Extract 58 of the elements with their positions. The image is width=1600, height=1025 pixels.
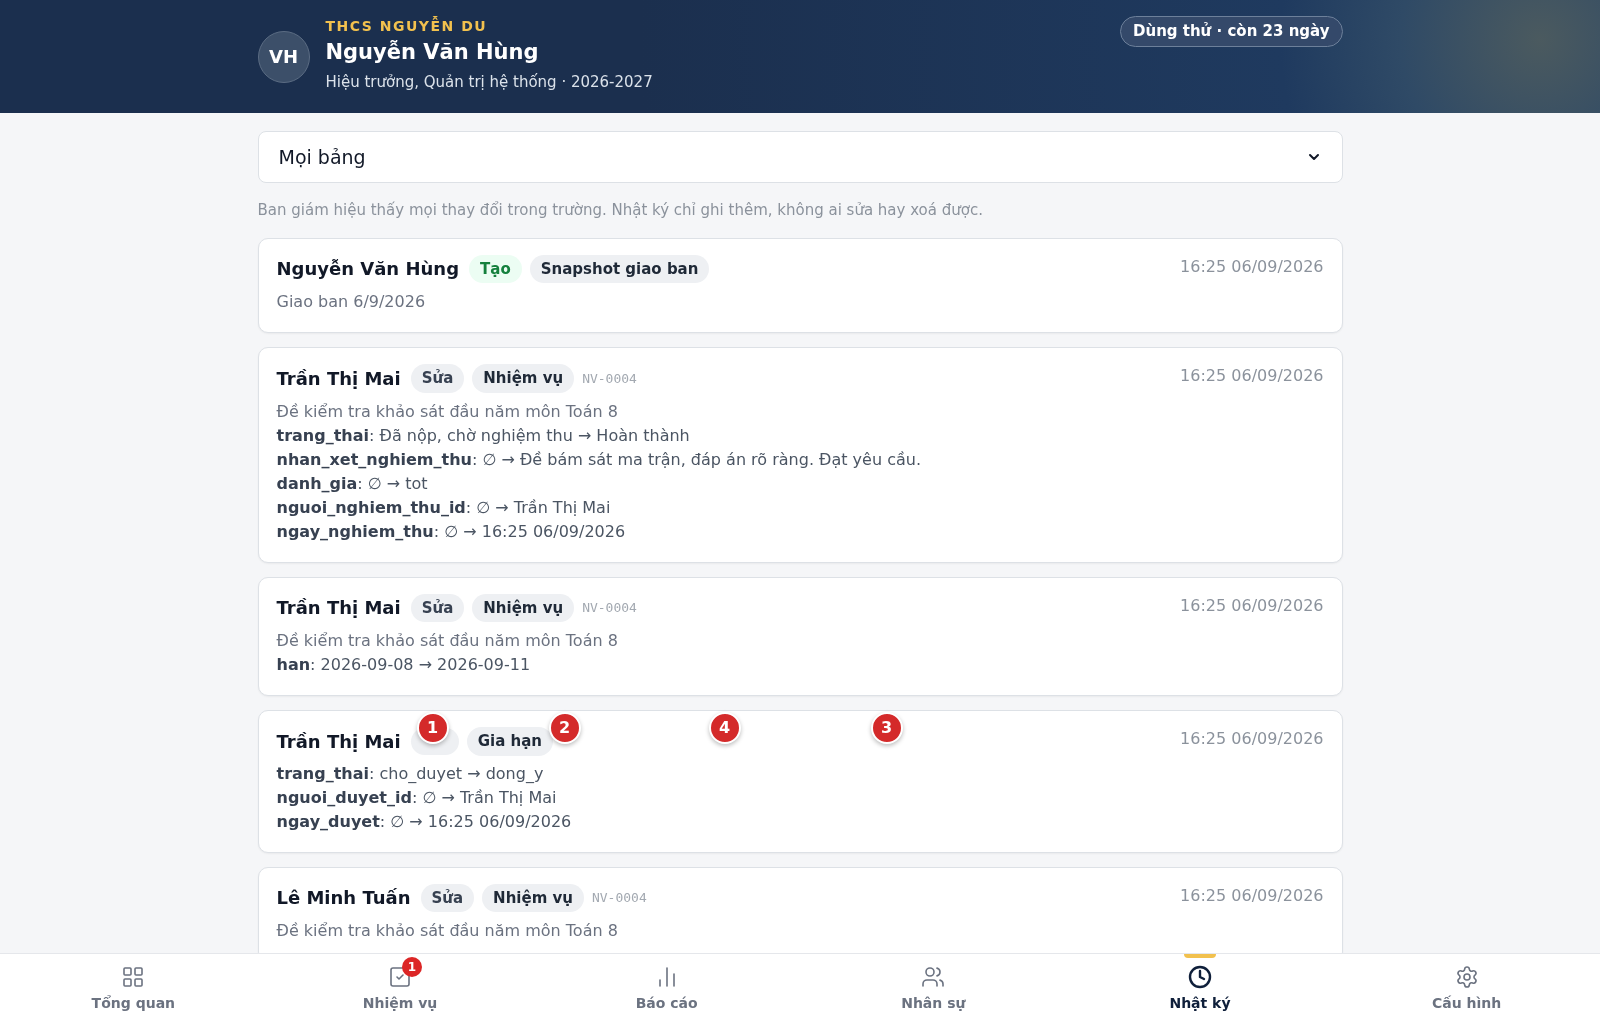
step-marker: 3: [870, 712, 903, 744]
change-line: ngay_nghiem_thu: ∅ → 16:25 06/09/2026: [276, 520, 627, 543]
nav-tab[interactable]: 1 Nhiệm vụ: [266, 954, 534, 1025]
entity-badge: Nhiệm vụ: [482, 883, 584, 912]
change-line: nguoi_nghiem_thu_id: ∅ → Trần Thị Mai: [276, 496, 612, 519]
table-filter-select[interactable]: Mọi bảng: [257, 131, 1343, 183]
action-badge: Sửa: [410, 364, 465, 393]
change-line: nhan_xet_nghiem_thu: ∅ → Đề bám sát ma trận, đáp án rõ ràng. Đạt yêu cầu.: [276, 448, 922, 471]
change-line: trang_thai: Đã nộp, chờ nghiệm thu → Hoàn thành: [276, 424, 691, 447]
record-title: Giao ban 6/9/2026: [276, 291, 427, 313]
user-name: Nguyễn Văn Hùng: [276, 257, 460, 282]
step-marker: 1: [416, 712, 449, 744]
timestamp: 16:25 06/09/2026: [1180, 594, 1324, 617]
grid-icon: [121, 965, 146, 989]
count-badge: 1: [402, 957, 422, 977]
user-name: Lê Minh Tuấn: [276, 886, 411, 911]
record-code: NV-0004: [591, 889, 647, 907]
user-name: Trần Thị Mai: [276, 729, 401, 754]
record-code: NV-0004: [582, 599, 637, 617]
user-role: Hiệu trưởng, Quản trị hệ thống · 2026-2027: [325, 72, 653, 93]
nav-tab[interactable]: Tổng quan: [0, 954, 267, 1025]
action-badge: Sửa: [410, 593, 465, 622]
avatar: VH: [257, 30, 310, 83]
timestamp: 16:25 06/09/2026: [1180, 255, 1324, 278]
step-marker: 2: [548, 712, 581, 744]
active-indicator: [1184, 954, 1216, 958]
change-line: nguoi_duyet_id: ∅ → Trần Thị Mai: [276, 786, 558, 809]
nav-tab[interactable]: Nhật ký: [1066, 954, 1334, 1025]
step-marker: 4: [708, 712, 741, 744]
school-name: THCS NGUYỄN DU: [325, 16, 489, 36]
entity-badge: Snapshot giao ban: [529, 254, 710, 283]
user-name: Trần Thị Mai: [276, 366, 401, 391]
record-code: NV-0004: [582, 369, 637, 388]
nav-tab[interactable]: Cấu hình: [1333, 954, 1600, 1025]
entity-badge: Gia hạn: [466, 727, 553, 756]
entity-badge: Nhiệm vụ: [472, 364, 575, 393]
timestamp: 16:25 06/09/2026: [1180, 365, 1324, 387]
change-line: danh_gia: ∅ → tot: [276, 472, 429, 495]
entity-badge: Nhiệm vụ: [472, 593, 575, 622]
record-title: Đề kiểm tra khảo sát đầu năm môn Toán 8: [276, 400, 619, 423]
timestamp: 16:25 06/09/2026: [1180, 728, 1324, 750]
timestamp: 16:25 06/09/2026: [1180, 884, 1324, 907]
user-name: Nguyễn Văn Hùng: [325, 39, 540, 66]
nav-tab[interactable]: Báo cáo: [533, 954, 800, 1025]
record-title: Đề kiểm tra khảo sát đầu năm môn Toán 8: [276, 920, 619, 942]
change-line: ngay_duyet: ∅ → 16:25 06/09/2026: [276, 810, 573, 833]
people-icon: [921, 965, 946, 989]
action-badge: Sửa: [420, 883, 475, 912]
settings-icon: [1454, 965, 1479, 989]
info-note: Ban giám hiệu thấy mọi thay đổi trong trường. Nhật ký chỉ ghi thêm, không ai sửa hay xoá được.: [257, 200, 984, 221]
trial-badge: Dùng thử · còn 23 ngày: [1120, 16, 1343, 47]
nav-tab[interactable]: Nhân sự: [800, 954, 1067, 1025]
clock-icon: [1188, 965, 1212, 989]
user-name: Trần Thị Mai: [276, 596, 401, 621]
change-line: han: 2026-09-08 → 2026-09-11: [276, 654, 532, 676]
change-line: trang_thai: cho_duyet → dong_y: [276, 762, 545, 785]
record-title: Đề kiểm tra khảo sát đầu năm môn Toán 8: [276, 630, 619, 652]
action-badge: Tạo: [469, 254, 522, 283]
